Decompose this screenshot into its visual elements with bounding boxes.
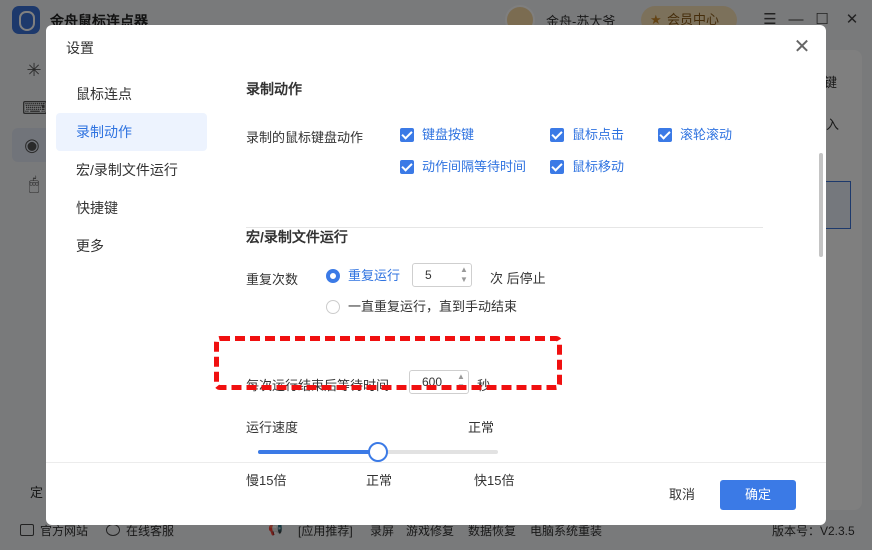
slider-fill <box>258 450 378 454</box>
close-icon[interactable]: ✕ <box>790 35 814 59</box>
checkbox-checked-icon <box>550 128 564 142</box>
speed-label: 运行速度 <box>246 420 299 435</box>
checkbox-keyboard[interactable]: 键盘按键 <box>400 127 474 143</box>
checkbox-checked-icon <box>400 128 414 142</box>
nav-item-record[interactable]: 录制动作 <box>56 113 207 151</box>
checkbox-checked-icon <box>550 160 564 174</box>
stepper-arrows-icon[interactable]: ▲ ▼ <box>459 265 469 285</box>
cancel-button[interactable]: 取消 <box>652 480 712 510</box>
section-title: 录制动作 <box>246 81 302 97</box>
checkbox-mouse-click[interactable]: 鼠标点击 <box>550 127 624 143</box>
footer-divider <box>46 462 826 463</box>
scrollbar[interactable] <box>819 153 823 257</box>
repeat-count-label: 重复次数 <box>246 272 299 287</box>
radio-selected-icon <box>326 269 340 283</box>
speed-min: 慢15倍 <box>246 473 287 488</box>
annotation-highlight <box>214 336 562 390</box>
settings-content: 录制动作 录制的鼠标键盘动作 键盘按键 鼠标点击 滚轮滚动 动作间隔等待时间 鼠… <box>246 75 816 488</box>
nav-item-click[interactable]: 鼠标连点 <box>56 75 236 113</box>
settings-dialog: 设置 ✕ 鼠标连点 录制动作 宏/录制文件运行 快捷键 更多 录制动作 录制的鼠… <box>46 25 826 525</box>
checkbox-wheel[interactable]: 滚轮滚动 <box>658 127 732 143</box>
radio-repeat[interactable]: 重复运行 <box>326 268 400 284</box>
checkbox-checked-icon <box>658 128 672 142</box>
speed-mid: 正常 <box>366 473 393 488</box>
settings-nav: 鼠标连点 录制动作 宏/录制文件运行 快捷键 更多 <box>56 75 236 265</box>
repeat-suffix: 次 后停止 <box>490 271 546 286</box>
dialog-title: 设置 <box>66 40 94 56</box>
nav-item-more[interactable]: 更多 <box>56 227 236 265</box>
speed-current: 正常 <box>468 420 495 435</box>
ok-button[interactable]: 确定 <box>720 480 796 510</box>
nav-item-hotkey[interactable]: 快捷键 <box>56 189 236 227</box>
checkbox-mouse-move[interactable]: 鼠标移动 <box>550 159 624 175</box>
checkbox-checked-icon <box>400 160 414 174</box>
record-actions-label: 录制的鼠标键盘动作 <box>246 130 364 145</box>
radio-loop[interactable]: 一直重复运行，直到手动结束 <box>326 299 517 315</box>
radio-unselected-icon <box>326 300 340 314</box>
speed-max: 快15倍 <box>474 473 515 488</box>
slider-thumb[interactable] <box>368 442 388 462</box>
speed-slider[interactable] <box>258 442 498 462</box>
repeat-count-stepper[interactable]: 5 ▲ ▼ <box>412 263 472 287</box>
nav-item-macro[interactable]: 宏/录制文件运行 <box>56 151 236 189</box>
checkbox-interval[interactable]: 动作间隔等待时间 <box>400 159 526 175</box>
